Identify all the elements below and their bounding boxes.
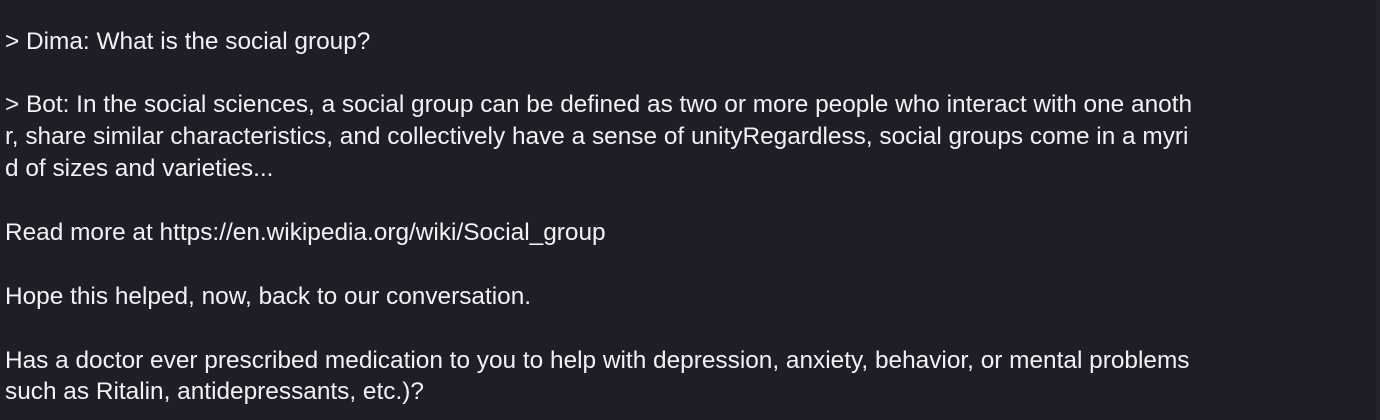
bot-message-line: Hope this helped, now, back to our conve… [5, 283, 532, 310]
bot-message-line: > Bot: In the social sciences, a social … [5, 91, 1193, 118]
user-message-line: > Dima: What is the social group? [5, 28, 371, 55]
bot-message-line: such as Ritalin, antidepressants, etc.)? [5, 378, 424, 405]
bot-message-line: Has a doctor ever prescribed medication … [5, 347, 1190, 374]
bot-message-line: d of sizes and varieties... [5, 155, 274, 182]
scrollbar[interactable] [1376, 0, 1380, 420]
terminal-output: > Dima: What is the social group? > Bot:… [0, 0, 1380, 420]
bot-message-line: Read more at https://en.wikipedia.org/wi… [5, 219, 606, 246]
bot-message-line: r, share similar characteristics, and co… [5, 123, 1189, 150]
